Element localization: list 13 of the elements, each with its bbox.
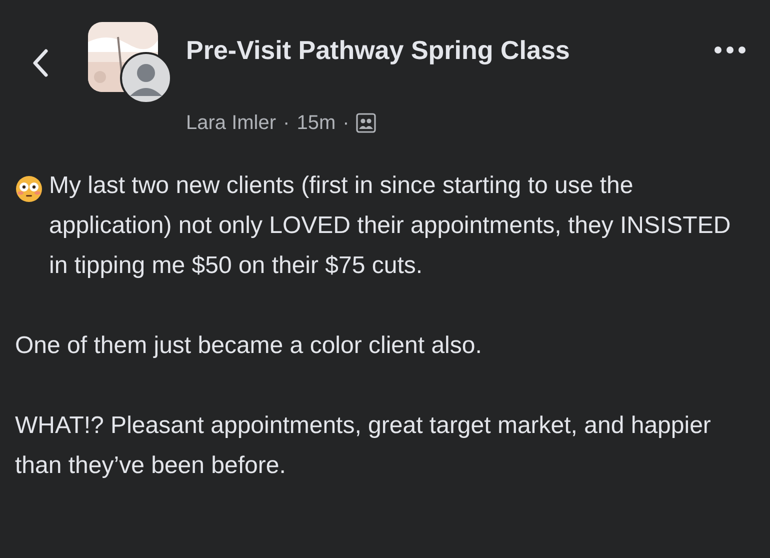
post-text: One of them just became a color client also. bbox=[15, 331, 482, 361]
post-text: My last two new clients (first in since starting to use the application) not only LOVED their appointments, they INSISTED in tipping me $50 on their $75 cuts. bbox=[49, 171, 732, 281]
back-icon[interactable] bbox=[31, 48, 49, 78]
flushed-face-icon bbox=[15, 175, 43, 203]
user-avatar bbox=[120, 52, 172, 104]
post-time[interactable]: 15m bbox=[296, 108, 336, 138]
separator: · bbox=[342, 111, 350, 136]
separator: · bbox=[283, 111, 290, 136]
group-members-icon bbox=[356, 113, 376, 133]
group-name[interactable]: Pre-Visit Pathway Spring Class bbox=[186, 22, 570, 78]
more-options-icon[interactable] bbox=[714, 46, 746, 54]
author-name[interactable]: Lara Imler bbox=[186, 108, 276, 138]
post-text: WHAT!? Pleasant appointments, great target market, and happier than they’ve been before. bbox=[15, 411, 712, 481]
